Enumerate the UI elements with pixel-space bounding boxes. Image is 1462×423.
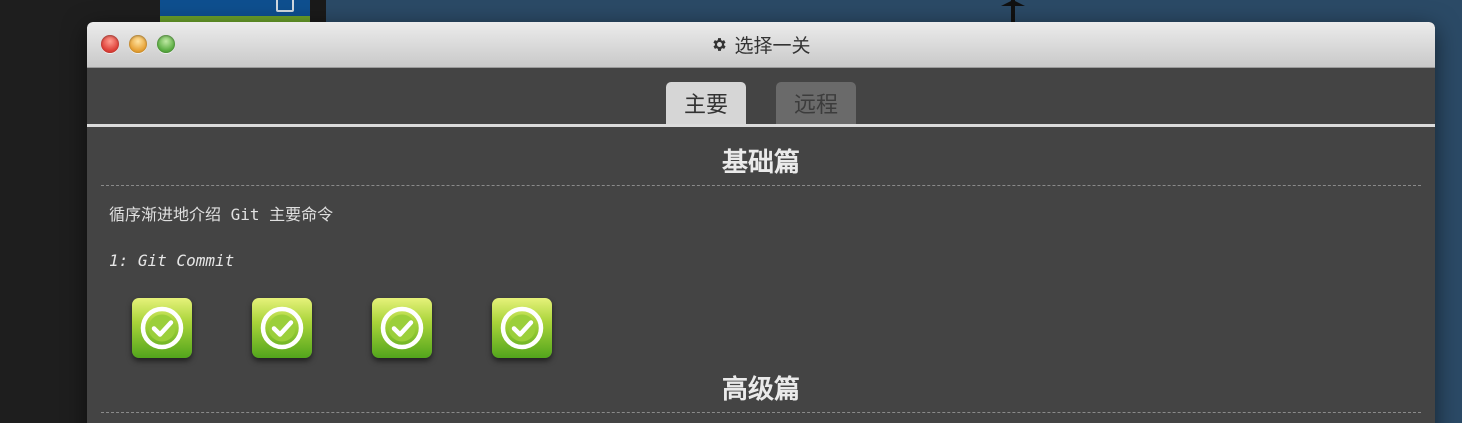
level-button-row [132, 298, 1421, 358]
tab-main[interactable]: 主要 [666, 82, 746, 124]
background-branch-line [1011, 0, 1015, 22]
check-circle-icon [500, 306, 544, 350]
background-command-panel [160, 0, 310, 16]
level-1-button[interactable] [132, 298, 192, 358]
check-circle-icon [140, 306, 184, 350]
level-list: 基础篇 循序渐进地介绍 Git 主要命令 1: Git Commit 高级篇 [87, 127, 1435, 413]
background-toggle-icon [276, 0, 294, 12]
level-select-window: 选择一关 主要 远程 基础篇 循序渐进地介绍 Git 主要命令 1: Git C… [87, 22, 1435, 423]
level-3-button[interactable] [372, 298, 432, 358]
level-2-button[interactable] [252, 298, 312, 358]
gear-icon [713, 38, 727, 51]
section-divider [101, 185, 1421, 186]
window-titlebar[interactable]: 选择一关 [87, 22, 1435, 68]
tab-remote[interactable]: 远程 [776, 82, 856, 124]
level-4-button[interactable] [492, 298, 552, 358]
section-divider [101, 412, 1421, 413]
check-circle-icon [380, 306, 424, 350]
section-title-basic: 基础篇 [721, 148, 800, 178]
section-description: 循序渐进地介绍 Git 主要命令 [109, 205, 334, 224]
window-title: 选择一关 [734, 35, 811, 57]
section-title-advanced: 高级篇 [721, 375, 800, 405]
check-circle-icon [260, 306, 304, 350]
level-tabs: 主要 远程 [87, 68, 1435, 127]
window-title-area: 选择一关 [87, 22, 1435, 67]
selected-level-name: 1: Git Commit [109, 251, 235, 270]
